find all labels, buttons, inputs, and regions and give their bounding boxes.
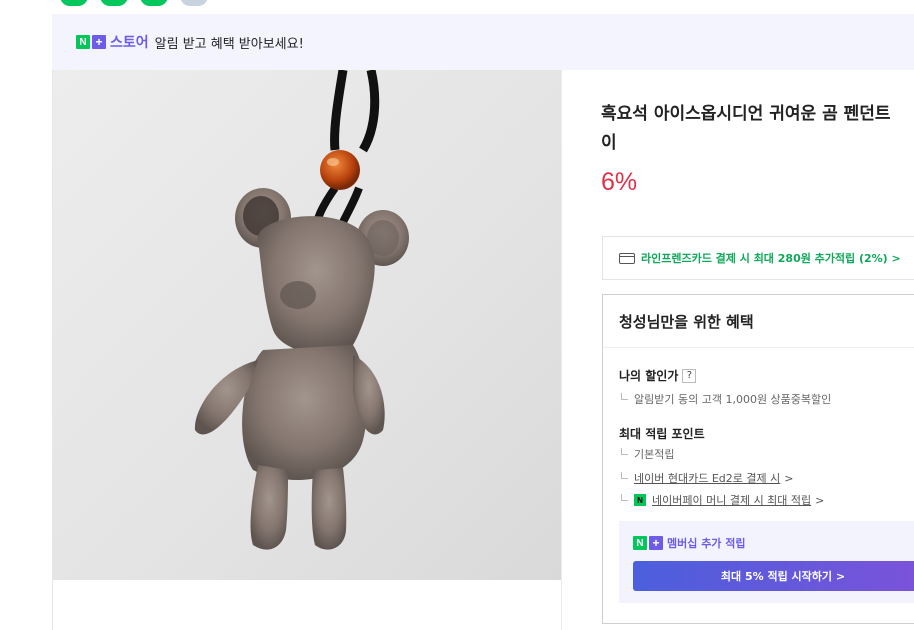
naver-n-icon: N	[633, 536, 647, 550]
membership-title: 멤버십 추가 적립	[667, 537, 746, 550]
notification-banner[interactable]: N + 스토어 알림 받고 혜택 받아보세요!	[52, 14, 914, 70]
top-tab-strip	[0, 0, 914, 14]
product-image[interactable]	[53, 70, 561, 580]
credit-card-icon	[619, 252, 635, 264]
top-tab-2[interactable]	[100, 0, 128, 6]
personal-benefit-panel: 청성님만을 위한 혜택 나의 할인가 ? 알림받기 동의 고객 1,000원 상…	[602, 294, 914, 624]
hyundai-card-link[interactable]: 네이버 현대카드 Ed2로 결제 시 >	[621, 470, 793, 486]
plus-icon: +	[92, 35, 106, 49]
store-label: 스토어	[110, 35, 149, 51]
my-discount-detail: 알림받기 동의 고객 1,000원 상품중복할인	[621, 391, 831, 407]
bear-pendant-photo	[194, 70, 409, 550]
card-promo-text: 라인프렌즈카드 결제 시 최대 280원 추가적립 (2%) >	[641, 252, 901, 265]
membership-box: N + 멤버십 추가 적립 최대 5% 적립 시작하기 >	[619, 521, 914, 603]
product-title: 흑요석 아이스옵시디언 귀여운 곰 펜던트 이	[601, 100, 914, 158]
banner-message: 알림 받고 혜택 받아보세요!	[154, 36, 304, 52]
plus-icon: +	[649, 536, 663, 550]
nplus-logo: N +	[633, 536, 663, 550]
membership-heading: N + 멤버십 추가 적립	[633, 535, 746, 551]
benefit-heading: 청성님만을 위한 혜택	[603, 295, 914, 348]
start-membership-button[interactable]: 최대 5% 적립 시작하기 >	[633, 561, 914, 591]
top-tab-4[interactable]	[180, 0, 208, 6]
my-discount-detail-text: 알림받기 동의 고객 1,000원 상품중복할인	[634, 393, 832, 406]
help-icon[interactable]: ?	[682, 368, 697, 383]
branch-icon	[621, 393, 628, 400]
npay-money-text[interactable]: 네이버페이 머니 결제 시 최대 적립	[652, 492, 811, 508]
basic-points-text: 기본적립	[634, 448, 675, 461]
my-discount-title: 나의 할인가	[619, 369, 679, 383]
chevron-right-icon: >	[784, 471, 794, 485]
discount-rate: 6%	[601, 168, 638, 196]
top-tab-1[interactable]	[60, 0, 88, 6]
chevron-right-icon: >	[815, 493, 825, 507]
product-title-line1: 흑요석 아이스옵시디언 귀여운 곰 펜던트	[601, 104, 891, 124]
branch-icon	[621, 448, 628, 455]
npay-money-link[interactable]: N 네이버페이 머니 결제 시 최대 적립 >	[621, 492, 824, 508]
image-divider	[561, 70, 562, 630]
nplus-logo: N +	[76, 35, 106, 49]
max-points-label: 최대 적립 포인트	[619, 427, 705, 441]
branch-icon	[621, 494, 628, 501]
basic-points: 기본적립	[621, 446, 674, 462]
product-title-line2: 이	[601, 133, 617, 153]
card-promo-banner[interactable]: 라인프렌즈카드 결제 시 최대 280원 추가적립 (2%) >	[602, 236, 914, 280]
my-discount-label: 나의 할인가 ?	[619, 367, 697, 384]
naver-pay-icon: N	[634, 494, 646, 506]
hyundai-card-text[interactable]: 네이버 현대카드 Ed2로 결제 시	[634, 470, 780, 486]
top-tab-3[interactable]	[140, 0, 168, 6]
branch-icon	[621, 472, 628, 479]
naver-n-icon: N	[76, 35, 90, 49]
